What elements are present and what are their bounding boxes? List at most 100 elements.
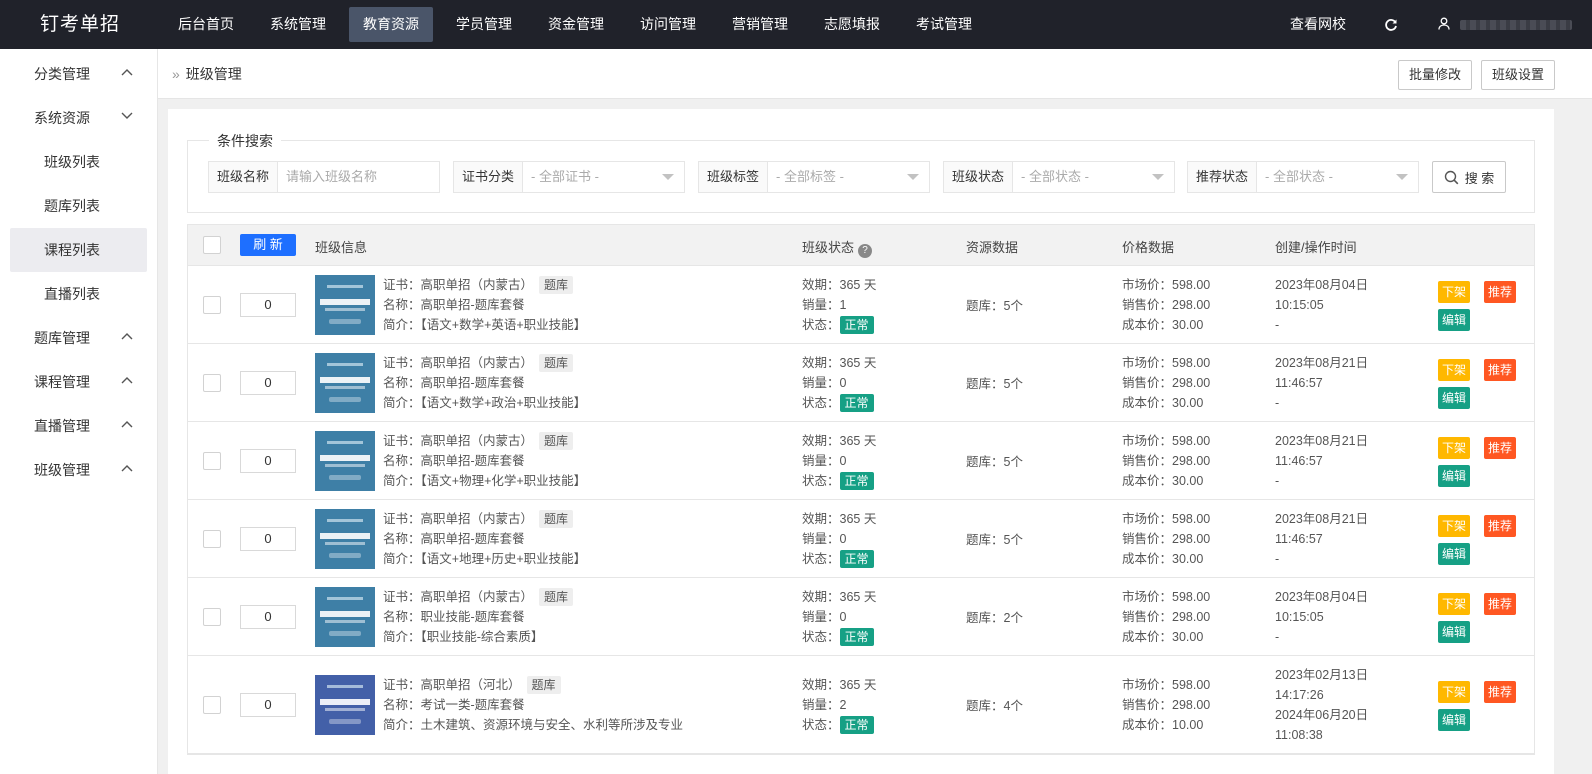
- name-label: 名称：: [383, 532, 421, 546]
- nav-item-volunteer[interactable]: 志愿填报: [806, 0, 898, 49]
- class-name-input[interactable]: 请输入班级名称: [278, 162, 439, 192]
- sidebar-group-label: 班级管理: [34, 462, 90, 478]
- validity-label: 效期：: [802, 590, 840, 604]
- sort-order-input[interactable]: 0: [240, 449, 296, 473]
- class-info: 证书：高职单招（内蒙古） 题库 名称：高职单招-题库套餐 简介：【语文+地理+历史…: [383, 509, 586, 569]
- sidebar-group-class[interactable]: 班级管理: [0, 448, 157, 492]
- cert-select[interactable]: - 全部证书 -: [523, 162, 684, 192]
- chevron-up-icon: [121, 465, 133, 472]
- cost-price-label: 成本价：: [1122, 396, 1173, 410]
- unlist-button[interactable]: 下架: [1438, 593, 1471, 615]
- status-select[interactable]: - 全部状态 -: [1013, 162, 1174, 192]
- class-info: 证书：高职单招（内蒙古） 题库 名称：职业技能-题库套餐 简介：【职业技能-综合素…: [383, 587, 574, 647]
- class-settings-button[interactable]: 班级设置: [1481, 60, 1556, 90]
- sales-value: 0: [839, 376, 847, 390]
- resource-data: 题库：5个: [966, 533, 1023, 547]
- nav-item-education[interactable]: 教育资源: [349, 7, 433, 42]
- sort-order-input[interactable]: 0: [240, 605, 296, 629]
- edit-button[interactable]: 编辑: [1438, 309, 1471, 331]
- unlist-button[interactable]: 下架: [1438, 681, 1471, 703]
- tag-select[interactable]: - 全部标签 -: [768, 162, 929, 192]
- nav-item-exam[interactable]: 考试管理: [898, 0, 990, 49]
- nav-item-funds[interactable]: 资金管理: [530, 0, 622, 49]
- sidebar: 分类管理 系统资源 班级列表 题库列表 课程列表 直播列表 题库管理 课程管理 …: [0, 49, 158, 774]
- nav-item-home[interactable]: 后台首页: [160, 0, 252, 49]
- class-name-label: 班级名称: [209, 162, 279, 192]
- market-price: 598.00: [1172, 278, 1211, 292]
- sidebar-group-course[interactable]: 课程管理: [0, 360, 157, 404]
- sale-price: 298.00: [1172, 376, 1211, 390]
- refresh-icon[interactable]: [1368, 0, 1414, 49]
- updated-time: 11:08:38: [1275, 728, 1323, 742]
- view-school-link[interactable]: 查看网校: [1268, 0, 1368, 49]
- row-checkbox[interactable]: [203, 696, 221, 714]
- class-name: 考试一类-题库套餐: [420, 698, 525, 712]
- updated-date: -: [1275, 318, 1280, 332]
- recommend-label: 推荐状态: [1188, 162, 1258, 192]
- row-checkbox[interactable]: [203, 374, 221, 392]
- select-all-checkbox[interactable]: [203, 236, 221, 254]
- edit-button[interactable]: 编辑: [1438, 387, 1471, 409]
- recommend-button[interactable]: 推荐: [1484, 437, 1517, 459]
- market-price-label: 市场价：: [1122, 434, 1173, 448]
- sidebar-group-system-resources[interactable]: 系统资源: [0, 96, 157, 140]
- status-badge: 正常: [839, 716, 874, 734]
- edit-button[interactable]: 编辑: [1438, 465, 1471, 487]
- recommend-button[interactable]: 推荐: [1484, 681, 1517, 703]
- class-name-filter: 班级名称 请输入班级名称: [208, 161, 440, 193]
- recommend-button[interactable]: 推荐: [1484, 593, 1517, 615]
- app-logo[interactable]: 钉考单招: [0, 0, 160, 49]
- breadcrumb: » 班级管理: [172, 49, 242, 99]
- row-checkbox[interactable]: [203, 452, 221, 470]
- market-price: 598.00: [1172, 512, 1211, 526]
- row-checkbox[interactable]: [203, 296, 221, 314]
- nav-item-marketing[interactable]: 营销管理: [714, 0, 806, 49]
- sidebar-item-live-list[interactable]: 直播列表: [0, 272, 157, 316]
- nav-item-students[interactable]: 学员管理: [438, 0, 530, 49]
- unlist-button[interactable]: 下架: [1438, 281, 1471, 303]
- market-price: 598.00: [1172, 590, 1211, 604]
- unlist-button[interactable]: 下架: [1438, 515, 1471, 537]
- unlist-button[interactable]: 下架: [1438, 437, 1471, 459]
- sidebar-group-live[interactable]: 直播管理: [0, 404, 157, 448]
- row-checkbox[interactable]: [203, 608, 221, 626]
- recommend-button[interactable]: 推荐: [1484, 359, 1517, 381]
- unlist-button[interactable]: 下架: [1438, 359, 1471, 381]
- status-badge: 正常: [839, 394, 874, 412]
- edit-button[interactable]: 编辑: [1438, 543, 1471, 565]
- sales-value: 0: [839, 454, 847, 468]
- help-icon[interactable]: ?: [858, 244, 873, 258]
- sort-order-input[interactable]: 0: [240, 527, 296, 551]
- cost-price: 30.00: [1172, 396, 1204, 410]
- recommend-button[interactable]: 推荐: [1484, 515, 1517, 537]
- created-date: 2023年08月04日: [1275, 278, 1369, 292]
- nav-item-access[interactable]: 访问管理: [622, 0, 714, 49]
- edit-button[interactable]: 编辑: [1438, 709, 1471, 731]
- class-intro: 【语文+数学+英语+职业技能】: [420, 318, 587, 332]
- sidebar-item-course-list[interactable]: 课程列表: [10, 228, 147, 272]
- sidebar-group-question-bank[interactable]: 题库管理: [0, 316, 157, 360]
- refresh-button[interactable]: 刷 新: [240, 234, 296, 256]
- price-data: 市场价：598.00 销售价：298.00 成本价：30.00: [1122, 275, 1210, 335]
- row-checkbox[interactable]: [203, 530, 221, 548]
- sidebar-item-question-bank-list[interactable]: 题库列表: [0, 184, 157, 228]
- class-info: 证书：高职单招（内蒙古） 题库 名称：高职单招-题库套餐 简介：【语文+数学+英语…: [383, 275, 586, 335]
- sort-order-input[interactable]: 0: [240, 293, 296, 317]
- sort-order-input[interactable]: 0: [240, 371, 296, 395]
- user-menu[interactable]: [1414, 0, 1592, 49]
- recommend-button[interactable]: 推荐: [1484, 281, 1517, 303]
- cert-label: 证书：: [383, 434, 421, 448]
- created-time: 10:15:05: [1275, 298, 1324, 312]
- table-header: 刷 新 班级信息 班级状态? 资源数据 价格数据 创建/操作时间: [188, 225, 1534, 266]
- sort-order-input[interactable]: 0: [240, 693, 296, 717]
- nav-item-system[interactable]: 系统管理: [252, 0, 344, 49]
- created-date: 2023年08月21日: [1275, 512, 1369, 526]
- batch-edit-button[interactable]: 批量修改: [1398, 60, 1473, 90]
- recommend-select[interactable]: - 全部状态 -: [1257, 162, 1418, 192]
- edit-button[interactable]: 编辑: [1438, 621, 1471, 643]
- sidebar-group-category[interactable]: 分类管理: [0, 52, 157, 96]
- sales-label: 销量：: [802, 532, 840, 546]
- price-data: 市场价：598.00 销售价：298.00 成本价：30.00: [1122, 431, 1210, 491]
- search-button[interactable]: 搜 索: [1432, 161, 1506, 193]
- sidebar-item-class-list[interactable]: 班级列表: [0, 140, 157, 184]
